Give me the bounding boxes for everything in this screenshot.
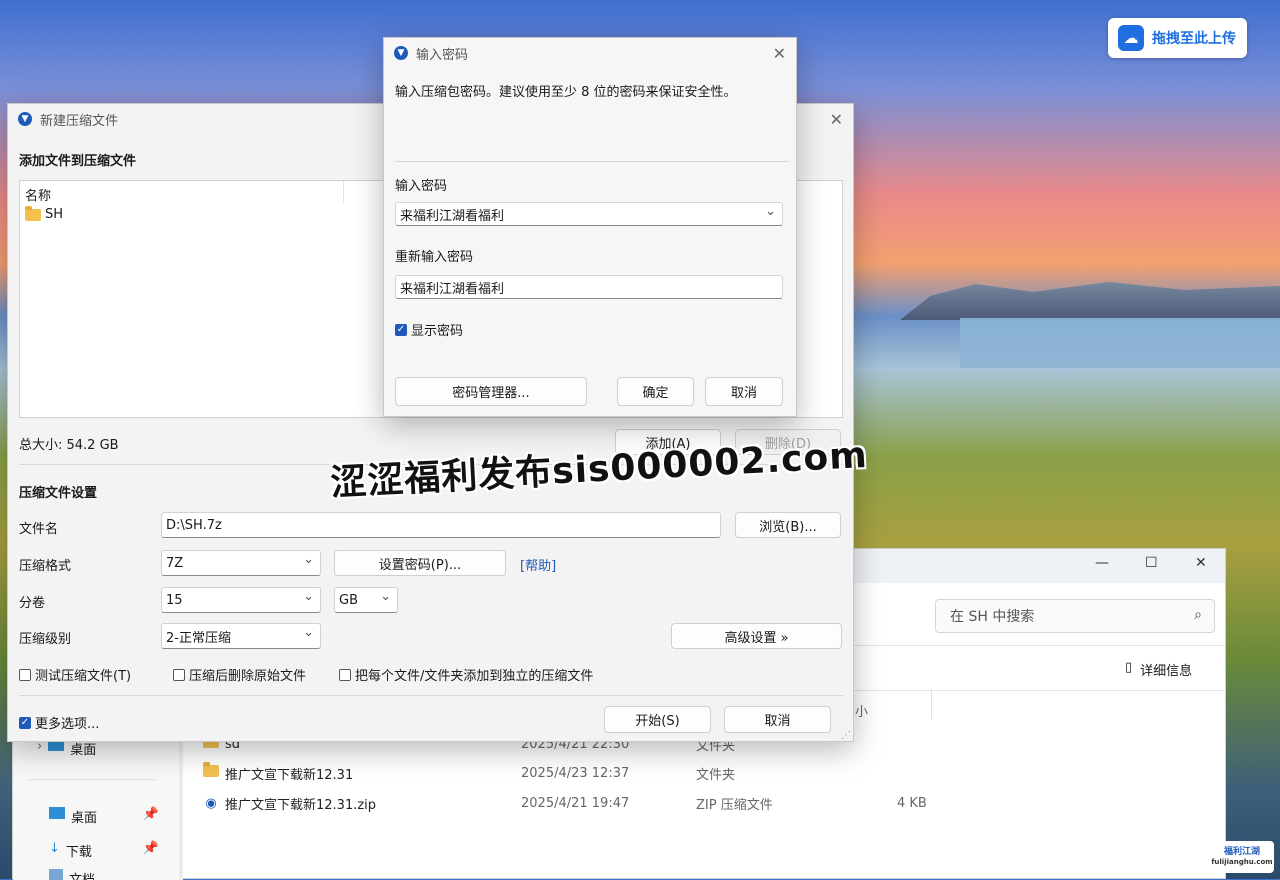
- ok-button[interactable]: 确定: [617, 377, 694, 406]
- close-icon[interactable]: ✕: [830, 110, 843, 129]
- filename-label: 文件名: [19, 522, 59, 537]
- divider: [395, 161, 789, 162]
- more-options-checkbox[interactable]: ✓ 更多选项...: [19, 713, 99, 732]
- compression-level-select[interactable]: 2-正常压缩: [161, 623, 321, 649]
- filename-input[interactable]: D:\SH.7z: [161, 512, 721, 538]
- split-size-select[interactable]: 15: [161, 587, 321, 613]
- start-button[interactable]: 开始(S): [604, 706, 711, 733]
- password-manager-button[interactable]: 密码管理器...: [395, 377, 587, 406]
- check-icon: ✓: [19, 716, 31, 729]
- help-link[interactable]: [帮助]: [520, 555, 556, 574]
- folder-icon: [25, 205, 41, 221]
- divider: [19, 695, 843, 696]
- list-item[interactable]: SH: [25, 205, 63, 222]
- check-icon: ✓: [395, 323, 407, 336]
- pin-icon: 📌: [142, 841, 159, 856]
- nav-scrollbar[interactable]: [179, 719, 183, 880]
- details-pane-icon: ▯: [1125, 660, 1133, 675]
- file-row[interactable]: 推广文宣下载新12.31 2025/4/23 12:37 文件夹: [203, 760, 1103, 786]
- advanced-settings-button[interactable]: 高级设置 »: [671, 623, 842, 649]
- checkbox-box: [339, 668, 351, 681]
- column-divider: [931, 689, 932, 719]
- document-icon: [49, 869, 63, 880]
- section-add-heading: 添加文件到压缩文件: [19, 154, 137, 169]
- enter-password-label: 输入密码: [395, 179, 448, 194]
- cancel-button[interactable]: 取消: [705, 377, 783, 406]
- download-icon: ↓: [49, 841, 60, 856]
- level-label: 压缩级别: [19, 632, 72, 647]
- upload-label: 拖拽至此上传: [1152, 31, 1236, 47]
- nav-item-documents[interactable]: 文档: [49, 869, 159, 880]
- app-logo-icon: ▼: [18, 112, 32, 126]
- cancel-button[interactable]: 取消: [724, 706, 831, 733]
- password-input[interactable]: 来福利江湖看福利: [395, 202, 783, 226]
- format-select[interactable]: 7Z: [161, 550, 321, 576]
- pin-icon: 📌: [142, 807, 159, 822]
- desktop-icon: [49, 807, 65, 819]
- password-titlebar: ▼ 输入密码: [384, 38, 796, 68]
- split-label: 分卷: [19, 596, 46, 611]
- total-size: 总大小: 54.2 GB: [19, 438, 119, 453]
- search-input[interactable]: 在 SH 中搜索 ⌕: [935, 599, 1215, 633]
- reenter-password-label: 重新输入密码: [395, 250, 474, 265]
- details-button[interactable]: ▯ 详细信息: [1125, 660, 1192, 679]
- reenter-password-input[interactable]: 来福利江湖看福利: [395, 275, 783, 299]
- format-label: 压缩格式: [19, 559, 72, 574]
- browse-button[interactable]: 浏览(B)...: [735, 512, 841, 538]
- background-lake: [960, 318, 1280, 368]
- file-row[interactable]: ◉ 推广文宣下载新12.31.zip 2025/4/21 19:47 ZIP 压…: [203, 790, 1103, 816]
- nav-item-downloads[interactable]: ↓ 下载 📌: [49, 841, 159, 860]
- background-mountains: [900, 282, 1280, 320]
- column-size-header[interactable]: 小: [855, 701, 868, 720]
- close-icon[interactable]: ✕: [773, 44, 786, 63]
- delete-after-checkbox[interactable]: 压缩后删除原始文件: [173, 665, 306, 684]
- column-divider: [343, 181, 344, 203]
- cloud-icon: ☁: [1118, 25, 1144, 51]
- folder-icon: [203, 762, 219, 777]
- archive-title: 新建压缩文件: [40, 113, 119, 129]
- checkbox-box: [19, 668, 31, 681]
- section-settings-heading: 压缩文件设置: [19, 486, 98, 501]
- show-password-checkbox[interactable]: ✓ 显示密码: [395, 320, 463, 339]
- password-description: 输入压缩包密码。建议使用至少 8 位的密码来保证安全性。: [395, 85, 737, 100]
- split-unit-select[interactable]: GB: [334, 587, 398, 613]
- drag-upload-button[interactable]: ☁ 拖拽至此上传: [1108, 18, 1247, 58]
- close-icon[interactable]: ✕: [1195, 555, 1207, 571]
- test-archive-checkbox[interactable]: 测试压缩文件(T): [19, 665, 131, 684]
- app-logo-icon: ▼: [394, 46, 408, 60]
- corner-logo: 福利江湖 fulijianghu.com: [1210, 841, 1274, 873]
- minimize-icon[interactable]: —: [1095, 555, 1109, 571]
- separate-archives-checkbox[interactable]: 把每个文件/文件夹添加到独立的压缩文件: [339, 665, 593, 684]
- maximize-icon[interactable]: ☐: [1145, 555, 1158, 571]
- nav-item-desktop[interactable]: 桌面 📌: [49, 807, 159, 826]
- checkbox-box: [173, 668, 185, 681]
- set-password-button[interactable]: 设置密码(P)...: [334, 550, 506, 576]
- resize-grip-icon[interactable]: ⋰: [841, 730, 851, 741]
- column-name-header[interactable]: 名称: [25, 185, 51, 204]
- zip-file-icon: ◉: [205, 795, 217, 811]
- password-dialog: ▼ 输入密码 ✕ 输入压缩包密码。建议使用至少 8 位的密码来保证安全性。 输入…: [383, 37, 797, 417]
- navigation-pane: › 桌面 桌面 📌 ↓ 下载 📌 文档: [13, 719, 179, 880]
- search-icon: ⌕: [1194, 607, 1202, 623]
- password-title: 输入密码: [416, 47, 469, 63]
- nav-divider: [29, 779, 155, 780]
